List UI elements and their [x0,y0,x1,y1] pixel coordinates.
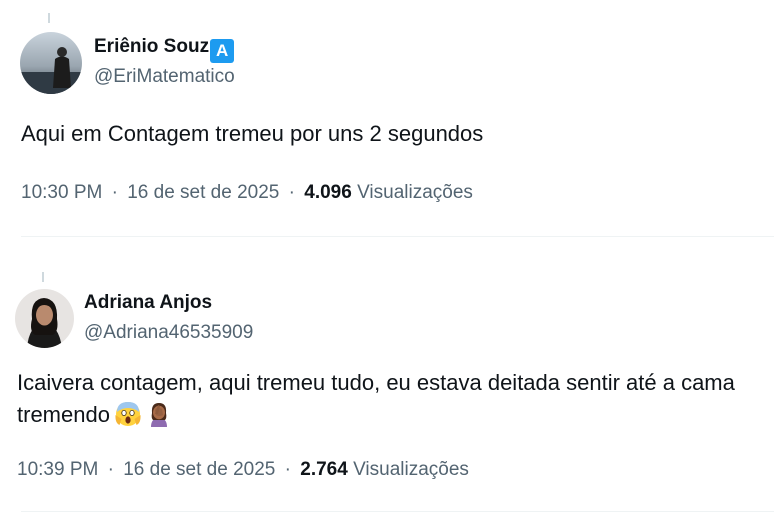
views-label[interactable]: Visualizações [353,459,469,480]
face-screaming-in-fear-emoji [115,402,141,426]
views-count[interactable]: 2.764 [300,459,348,480]
avatar[interactable] [20,32,82,94]
divider [21,511,774,512]
tweet-date[interactable]: 16 de set de 2025 [127,182,279,203]
divider [21,236,774,237]
tweet-meta: 10:39 PM · 16 de set de 2025 · 2.764 Vis… [17,459,469,481]
tweet-meta: 10:30 PM · 16 de set de 2025 · 4.096 Vis… [21,182,473,204]
views-count[interactable]: 4.096 [304,182,352,203]
tweet-text: Icaivera contagem, aqui tremeu tudo, eu … [17,367,762,431]
author-name[interactable]: Adriana Anjos [84,292,212,314]
author-handle[interactable]: @EriMatematico [94,66,235,88]
tweet-text: Aqui em Contagem tremeu por uns 2 segund… [21,121,484,146]
author-handle[interactable]: @Adriana46535909 [84,322,253,344]
views-label[interactable]: Visualizações [357,182,473,203]
tweet-card[interactable]: Eriênio Souz A @EriMatematico Aqui em Con… [0,0,774,238]
thread-connector [48,13,50,23]
avatar-photo [20,32,82,94]
tweet-time[interactable]: 10:30 PM [21,182,102,203]
thread-connector [42,272,44,282]
separator-dot: · [107,459,114,480]
tweet-card[interactable]: Adriana Anjos @Adriana46535909 Icaivera … [0,258,774,516]
separator-dot: · [111,182,118,203]
letter-a-badge-icon: A [210,39,235,63]
tweet-time[interactable]: 10:39 PM [17,459,98,480]
tweet-date[interactable]: 16 de set de 2025 [123,459,275,480]
avatar[interactable] [15,289,74,348]
avatar-photo [15,289,74,348]
author-name-text[interactable]: Eriênio Souz [94,36,209,57]
separator-dot: · [284,459,291,480]
author-name[interactable]: Eriênio Souz A [94,36,235,63]
separator-dot: · [288,182,295,203]
woman-facepalming-emoji [150,403,167,427]
